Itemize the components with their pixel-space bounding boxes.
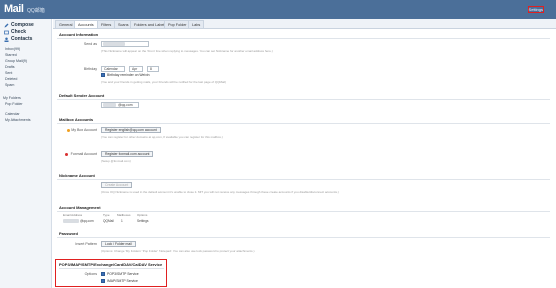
column-header-mailboxes: Mailboxes [117,213,131,217]
birthday-label: Birthday [83,67,97,71]
compose-button[interactable]: Compose [4,22,34,28]
contacts-label: Contacts [11,36,33,42]
sidebar-item-spam[interactable]: Spam [5,83,14,87]
mailbox-accounts-title: Mailbox Accounts [59,117,94,122]
contacts-icon [4,37,9,42]
account-address-redacted [63,219,79,223]
app-logo[interactable]: Mail [4,3,24,15]
sidebar-item-calendar[interactable]: Calendar [5,112,20,116]
sidebar-item-deleted[interactable]: Deleted [5,77,17,81]
pop3-smtp-checkbox[interactable] [101,272,105,276]
nickname-account-title: Nickname Account [59,173,95,178]
divider [57,237,550,238]
mybox-label: My Box Account [71,128,97,132]
password-title: Password [59,231,78,236]
default-sender-title: Default Sender Account [59,93,105,98]
check-icon [4,30,9,35]
register-foxmail-button[interactable]: Register foxmail.com account [101,151,154,157]
nickname-hint: (Once OQ Nickname is used in the default… [101,190,339,194]
top-bar: Mail QQ邮箱 Settings [0,0,556,19]
top-links: Settings [525,6,550,13]
my-folders-header[interactable]: My Folders [3,96,21,100]
sidebar-item-attachments[interactable]: My Attachments [5,118,31,122]
create-account-button[interactable]: Create Account [101,182,133,188]
sidebar-item-drafts[interactable]: Drafts [5,65,15,69]
sidebar-item-group-mail[interactable]: Group Mail(9) [5,59,27,63]
imap-smtp-label: IMAP/SMTP Service [107,279,138,283]
foxmail-label: Foxmail Account [70,152,97,156]
send-as-label: Send as [83,42,97,46]
divider [59,268,164,269]
default-sender-value: @qq.com [118,103,133,107]
tab-accounts[interactable]: Accounts [74,20,98,28]
account-mailboxes: 1 [121,219,123,223]
check-label: Check [11,29,27,35]
compose-icon [4,23,9,28]
tab-labs[interactable]: Labs [188,20,205,28]
pop-imap-title: POP3/IMAP/SMTP/Exchange/CardDAV/CalDAV S… [59,262,163,267]
tab-filters[interactable]: Filters [97,20,116,28]
divider [57,38,550,39]
compose-label: Compose [11,22,34,28]
send-as-redacted [103,42,125,46]
column-header-options: Options [137,213,148,217]
birthday-day-select[interactable]: 8 [147,66,159,72]
app-logo-subtitle: QQ邮箱 [27,8,45,14]
foxmail-hint: (Setup @foxmail.com) [101,159,131,163]
send-as-hint: (This Nickname will appear on the 'From'… [101,49,273,53]
lock-folder-button[interactable]: Lock / Folder mail [101,241,136,247]
birthday-calendar-select[interactable]: Calendar [101,66,125,72]
settings-tabs: General Accounts Filters Scans Folders a… [53,19,556,29]
sidebar-item-inbox[interactable]: Inbox(99) [5,47,20,51]
password-hint: (Options: Change 'My Folders' 'Pop Folde… [101,249,255,253]
birthday-month-select[interactable]: Apr [129,66,143,72]
account-management-title: Account Management [59,205,101,210]
account-address: @qq.com [80,219,94,223]
account-info-title: Account Information [59,32,99,37]
pop3-smtp-label: POP3/SMTP Service [107,272,139,276]
settings-content: Account Information Send as (This Nickna… [53,29,556,288]
sidebar-folder-pop[interactable]: Pop Folder [5,102,23,106]
birthday-reminder-label: Birthday reminder on Weixin [107,73,150,77]
password-label: Insert Pattern [75,242,97,246]
divider [57,211,550,212]
account-settings-link[interactable]: Settings [137,219,149,223]
contacts-button[interactable]: Contacts [4,36,32,42]
column-header-type: Type [103,213,110,217]
divider [57,179,550,180]
default-sender-redacted [103,103,116,107]
sidebar: Compose Check Contacts Inbox(99) Starred… [0,19,52,288]
sidebar-item-starred[interactable]: Starred [5,53,17,57]
divider [57,99,550,100]
birthday-hint: (You and your friends in getting mails, … [101,80,226,84]
tab-pop-folder[interactable]: Pop Folder [164,20,191,28]
sidebar-item-sent[interactable]: Sent [5,71,12,75]
birthday-reminder-checkbox[interactable] [101,73,105,77]
account-type: QQMail [103,219,114,223]
pop-options-label: Options [84,272,97,276]
imap-smtp-checkbox[interactable] [101,279,105,283]
check-button[interactable]: Check [4,29,26,35]
divider [57,123,550,124]
register-mybox-button[interactable]: Register english@qq.com account [101,127,161,133]
mybox-hint: (You can register for other domains at q… [101,135,223,139]
settings-link[interactable]: Settings [527,6,544,13]
column-header-email: Email Address [63,213,83,217]
